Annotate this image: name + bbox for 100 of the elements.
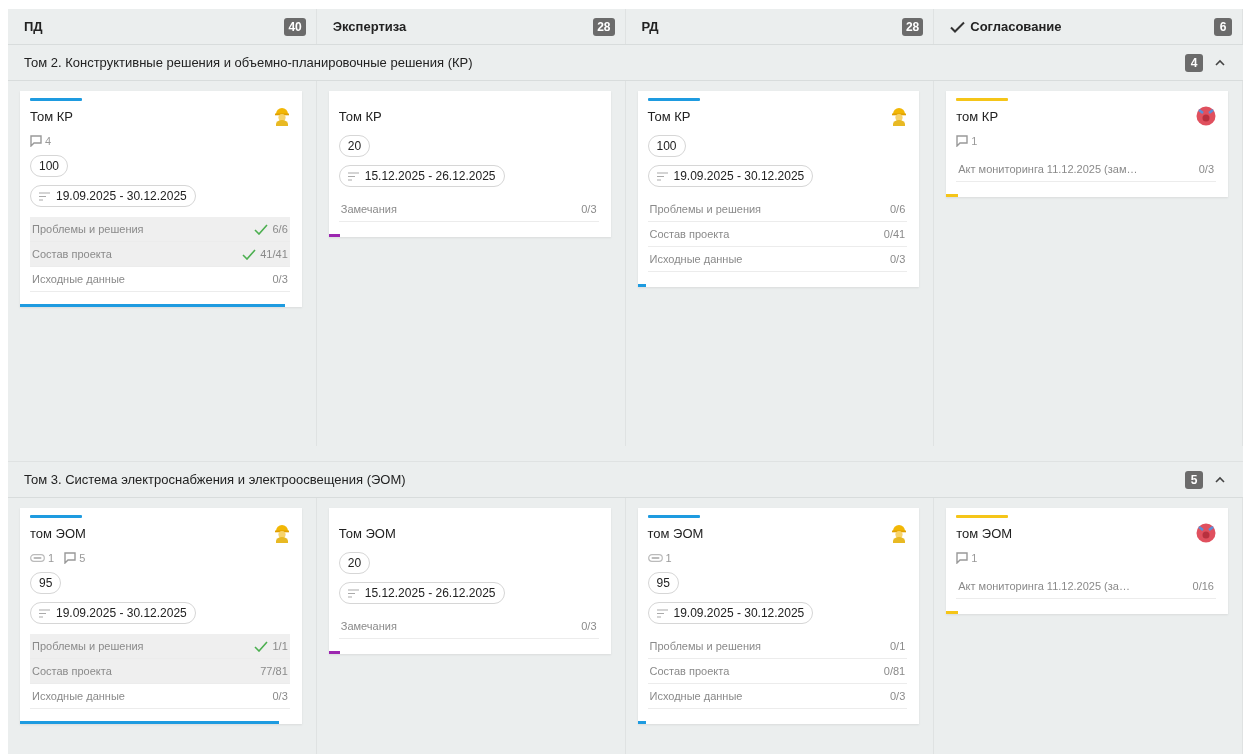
checklist-label: Состав проекта [32,248,112,260]
checklist-label: Исходные данные [649,690,743,702]
date-range: 15.12.2025 - 26.12.2025 [364,586,496,600]
collapse-icon[interactable] [1215,59,1225,66]
checklist-count: 0/3 [889,690,906,702]
checklist-row[interactable]: Исходные данные 0/3 [30,684,290,709]
checklist-label: Акт мониторинга 11.12.2025 (зам… [958,163,1138,175]
task-card[interactable]: том ЭОМ 1 5 95 19.09.2025 - 30.12.2025 Проблемы и решения 1/1 Состав проекта 77/81 Исходные данные 0/3 [20,508,302,724]
checklist-count: 0/3 [1198,163,1214,175]
sort-icon [656,171,668,181]
checklist-count: 0/41 [883,228,906,240]
checklist-label: Проблемы и решения [649,640,762,652]
task-card[interactable]: Том ЭОМ 20 15.12.2025 - 26.12.2025 Замечания 0/3 [328,508,611,654]
column-title: РД [641,19,659,34]
task-card[interactable]: Том КР 100 19.09.2025 - 30.12.2025 Проблемы и решения 0/6 Состав проекта 0/41 Исходные данные 0/3 [637,91,920,287]
sort-icon [39,191,50,201]
checklist-label: Замечания [340,203,397,215]
checklist-label: Проблемы и решения [32,223,144,235]
checklist-row[interactable]: Проблемы и решения 1/1 [30,634,290,659]
checklist-label: Состав проекта [649,665,730,677]
sort-icon [347,588,359,598]
task-card[interactable]: Том КР 4 100 19.09.2025 - 30.12.2025 Проблемы и решения 6/6 Состав проекта 41/41 Исходные данные 0/3 [20,91,302,307]
attachment-count: 1 [665,552,672,564]
count-badge: 28 [901,17,924,36]
checklist-row[interactable]: Исходные данные 0/3 [30,267,290,292]
sort-icon [39,608,50,618]
date-range: 19.09.2025 - 30.12.2025 [56,606,187,620]
checklist-row[interactable]: Состав проекта 77/81 [30,659,290,684]
checklist-count: 0/1 [889,640,906,652]
checklist-label: Состав проекта [649,228,730,240]
checklist-count: 41/41 [260,248,288,260]
column-title: ПД [24,19,43,34]
checklist-label: Замечания [340,620,397,632]
checklist-row[interactable]: Проблемы и решения 0/1 [647,634,908,659]
checklist-row[interactable]: Состав проекта 41/41 [30,242,290,267]
check-icon [950,20,966,33]
count-badge: 28 [593,17,615,36]
comment-icon [30,135,42,147]
checklist-label: Исходные данные [649,253,743,265]
checklist-count: 0/3 [272,273,288,285]
date-range: 19.09.2025 - 30.12.2025 [56,189,187,203]
checklist-count: 0/3 [272,690,288,702]
comment-icon [956,135,969,147]
comment-count: 5 [79,552,86,564]
checklist-row[interactable]: Состав проекта 0/41 [647,222,908,247]
checklist-row[interactable]: Состав проекта 0/81 [647,659,908,684]
checklist-count: 0/81 [883,665,906,677]
column-title: Согласование [970,19,1062,34]
card-title: том ЭОМ [956,525,1013,541]
checklist-count: 0/16 [1192,580,1214,592]
checklist-count: 77/81 [260,665,288,677]
group-title: Том 3. Система электроснабжения и электроосвещения (ЭОМ) [24,472,406,487]
checklist-row[interactable]: Исходные данные 0/3 [647,684,908,709]
checklist-row[interactable]: Проблемы и решения 6/6 [30,217,290,242]
checklist-row[interactable]: Акт мониторинга 11.12.2025 (за… 0/16 [956,574,1216,599]
card-title: том ЭОМ [30,525,86,541]
card-title: Том ЭОМ [338,525,396,541]
column-title: Экспертиза [332,19,407,34]
count-badge: 5 [1185,470,1203,489]
checklist-count: 1/1 [272,640,288,652]
card-title: Том КР [338,108,382,124]
comment-icon [64,552,77,564]
comment-icon [956,552,969,564]
card-title: том ЭОМ [647,525,704,541]
checklist-row[interactable]: Исходные данные 0/3 [647,247,908,272]
sort-icon [347,171,359,181]
attachment-icon [30,554,45,562]
group-title: Том 2. Конструктивные решения и объемно-планировочные решения (КР) [24,55,473,70]
collapse-icon[interactable] [1215,476,1225,483]
task-card[interactable]: том КР 1 Акт мониторинга 11.12.2025 (зам… 0/3 [946,91,1228,197]
checklist-label: Проблемы и решения [32,640,144,652]
checklist-count: 0/3 [889,253,906,265]
task-card[interactable]: том ЭОМ 1 Акт мониторинга 11.12.2025 (за… 0/16 [946,508,1228,614]
task-card[interactable]: Том КР 20 15.12.2025 - 26.12.2025 Замечания 0/3 [328,91,611,237]
count-badge: 40 [284,17,306,36]
date-range: 19.09.2025 - 30.12.2025 [673,606,805,620]
checklist-label: Проблемы и решения [649,203,762,215]
date-range: 19.09.2025 - 30.12.2025 [673,169,805,183]
card-title: Том КР [30,108,73,124]
task-card[interactable]: том ЭОМ 1 95 19.09.2025 - 30.12.2025 Проблемы и решения 0/1 Состав проекта 0/81 Исходные данные 0/3 [637,508,920,724]
checklist-row[interactable]: Замечания 0/3 [338,197,599,222]
checklist-row[interactable]: Проблемы и решения 0/6 [647,197,908,222]
count-badge: 6 [1214,17,1232,36]
date-range: 15.12.2025 - 26.12.2025 [364,169,496,183]
checklist-label: Состав проекта [32,665,112,677]
checklist-row[interactable]: Акт мониторинга 11.12.2025 (зам… 0/3 [956,157,1216,182]
card-title: том КР [956,108,999,124]
checklist-count: 0/3 [581,203,597,215]
checklist-label: Акт мониторинга 11.12.2025 (за… [958,580,1130,592]
checklist-count: 0/6 [889,203,906,215]
card-title: Том КР [647,108,691,124]
checklist-label: Исходные данные [32,273,125,285]
checklist-row[interactable]: Замечания 0/3 [338,614,599,639]
sort-icon [656,608,668,618]
count-badge: 4 [1185,53,1203,72]
comment-count: 1 [971,552,978,564]
checklist-count: 6/6 [272,223,288,235]
attachment-count: 1 [48,552,55,564]
comment-count: 4 [45,135,52,147]
attachment-icon [647,554,663,562]
